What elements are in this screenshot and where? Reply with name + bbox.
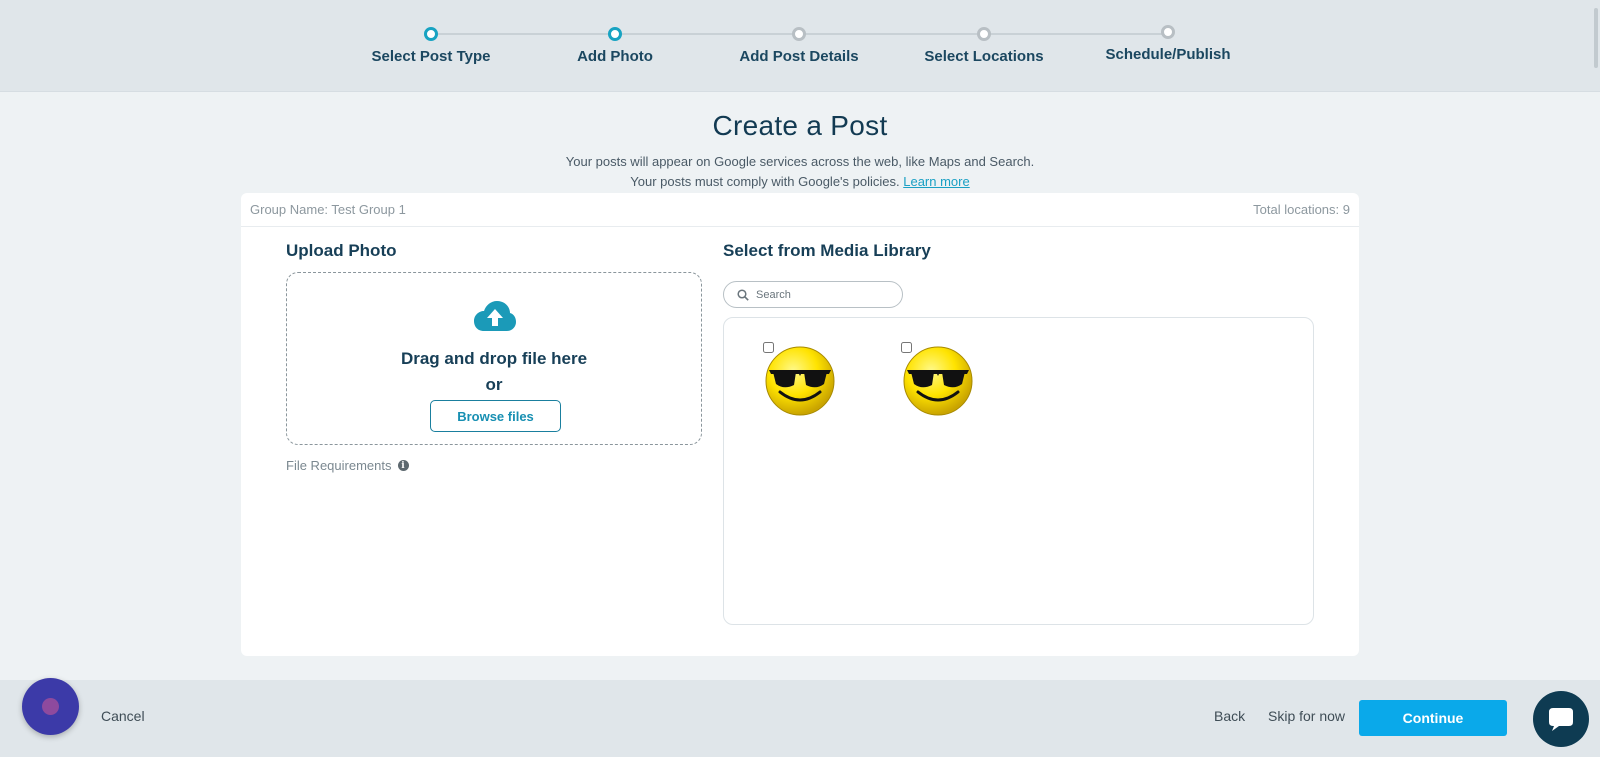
policy-text: Your posts must comply with Google's pol… xyxy=(630,174,900,189)
continue-button[interactable]: Continue xyxy=(1359,700,1507,736)
step-label: Select Post Type xyxy=(371,48,491,65)
sunglasses-smiley-image[interactable] xyxy=(901,342,975,416)
step-add-post-details[interactable]: Add Post Details xyxy=(699,27,899,65)
learn-more-link[interactable]: Learn more xyxy=(903,174,969,189)
media-library-title: Select from Media Library xyxy=(723,241,931,260)
step-select-locations[interactable]: Select Locations xyxy=(884,27,1084,65)
scrollbar-thumb[interactable] xyxy=(1594,8,1598,68)
skip-for-now-link[interactable]: Skip for now xyxy=(1268,708,1345,724)
chat-button[interactable] xyxy=(1533,691,1589,747)
group-name: Group Name: Test Group 1 xyxy=(250,202,406,217)
step-indicator-icon xyxy=(792,27,806,41)
scrollbar[interactable] xyxy=(1592,0,1600,90)
upload-photo-title: Upload Photo xyxy=(286,241,397,260)
media-item-checkbox[interactable] xyxy=(901,342,912,353)
step-label: Add Post Details xyxy=(739,48,859,65)
assistant-bubble-icon[interactable] xyxy=(22,678,79,735)
drop-instruction: Drag and drop file here xyxy=(400,349,588,368)
cancel-link[interactable]: Cancel xyxy=(101,708,145,724)
cloud-upload-icon xyxy=(474,301,516,331)
browse-files-button[interactable]: Browse files xyxy=(430,400,561,432)
subtitle-line-1: Your posts will appear on Google service… xyxy=(565,154,1035,169)
media-grid xyxy=(723,317,1314,625)
file-requirements[interactable]: File Requirements i xyxy=(286,458,409,473)
step-label: Schedule/Publish xyxy=(1105,46,1231,63)
file-dropzone[interactable]: Drag and drop file here or Browse files xyxy=(286,272,702,445)
media-item[interactable] xyxy=(901,342,975,416)
step-indicator-icon xyxy=(424,27,438,41)
drop-or-text: or xyxy=(485,375,503,394)
search-icon xyxy=(737,288,749,301)
search-input[interactable] xyxy=(756,288,886,301)
file-requirements-label: File Requirements xyxy=(286,458,392,473)
subtitle-line-2: Your posts must comply with Google's pol… xyxy=(0,172,1600,192)
step-select-post-type[interactable]: Select Post Type xyxy=(331,27,531,65)
step-label: Select Locations xyxy=(924,48,1044,65)
media-item[interactable] xyxy=(763,342,837,416)
step-indicator-icon xyxy=(1161,25,1175,39)
step-label: Add Photo xyxy=(577,48,653,65)
progress-stepper: Select Post Type Add Photo Add Post Deta… xyxy=(0,0,1600,92)
step-add-photo[interactable]: Add Photo xyxy=(515,27,715,65)
step-indicator-icon xyxy=(977,27,991,41)
post-card: Group Name: Test Group 1 Total locations… xyxy=(241,193,1359,656)
page-heading: Create a Post Your posts will appear on … xyxy=(0,110,1600,192)
create-post-app: Select Post Type Add Photo Add Post Deta… xyxy=(0,0,1600,757)
media-item-checkbox[interactable] xyxy=(763,342,774,353)
page-title: Create a Post xyxy=(712,110,888,141)
info-icon[interactable]: i xyxy=(397,460,409,471)
step-indicator-icon xyxy=(608,27,622,41)
card-header: Group Name: Test Group 1 Total locations… xyxy=(241,193,1359,227)
chat-icon xyxy=(1549,708,1573,731)
back-link[interactable]: Back xyxy=(1214,708,1245,724)
page-subtitle: Your posts will appear on Google service… xyxy=(0,152,1600,192)
step-schedule-publish[interactable]: Schedule/Publish xyxy=(1068,25,1268,63)
total-locations: Total locations: 9 xyxy=(1253,202,1350,217)
sunglasses-smiley-image[interactable] xyxy=(763,342,837,416)
media-search[interactable] xyxy=(723,281,903,308)
